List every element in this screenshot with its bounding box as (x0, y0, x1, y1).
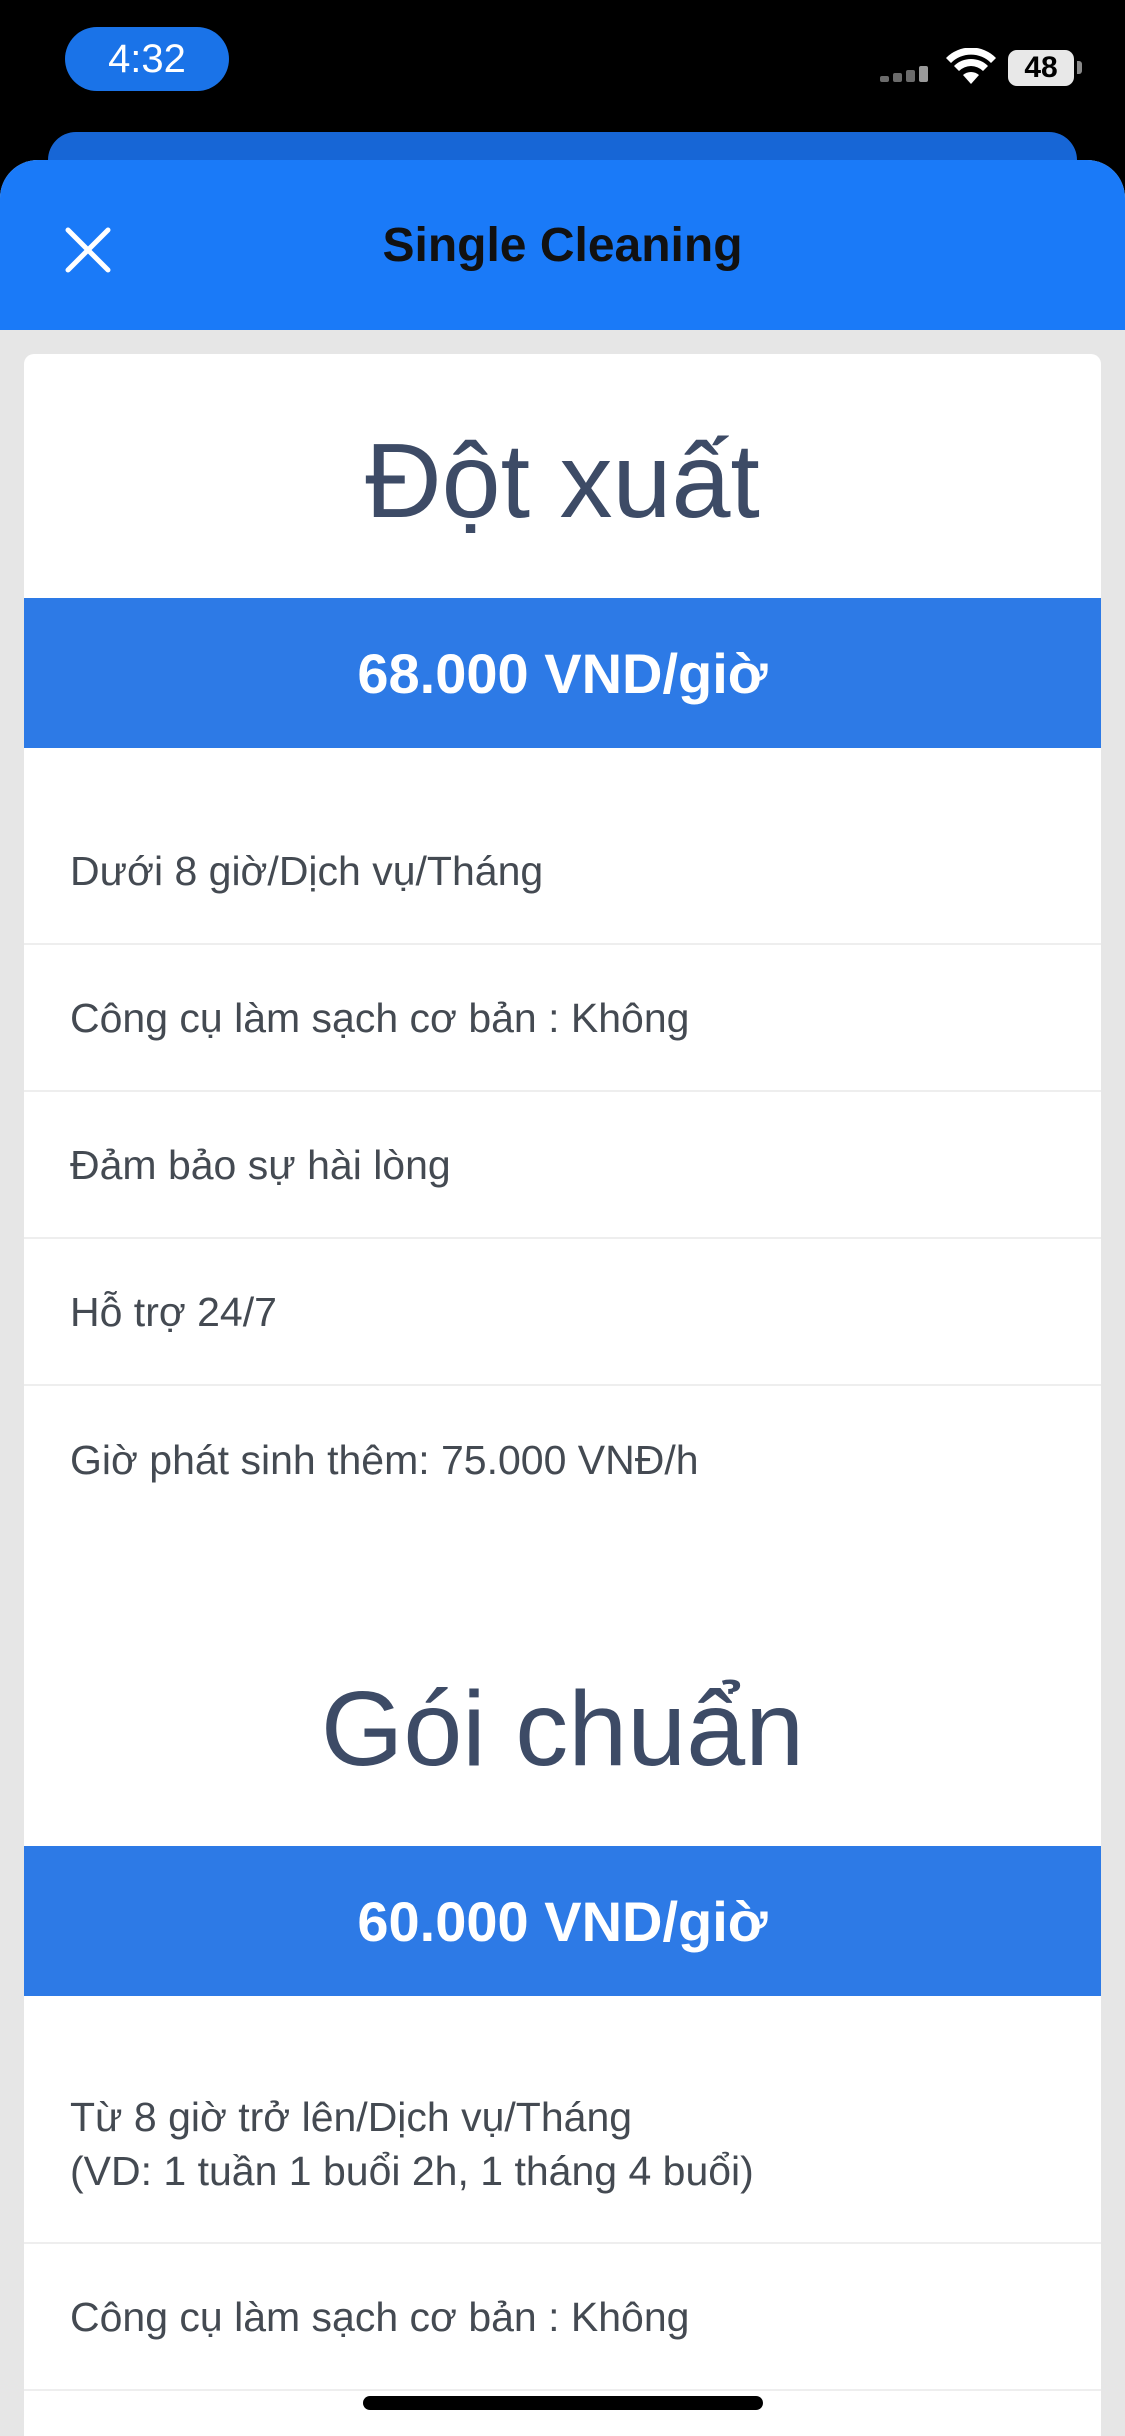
plan-card-goi-chuan[interactable]: Gói chuẩn 60.000 VND/giờ Từ 8 giờ trở lê… (24, 1602, 1101, 2436)
plan-title: Đột xuất (365, 421, 760, 540)
feature-text: Giờ phát sinh thêm: 75.000 VNĐ/h (70, 1436, 699, 1483)
battery-icon: 48 (1008, 50, 1082, 86)
feature-text: Công cụ làm sạch cơ bản : Không (70, 2293, 690, 2340)
signal-icon (880, 66, 932, 82)
status-bar: 4:32 48 (0, 0, 1125, 135)
feature-item: Dưới 8 giờ/Dịch vụ/Tháng (24, 798, 1101, 945)
modal-header: Single Cleaning (0, 160, 1125, 330)
feature-subtext: (VD: 1 tuần 1 buổi 2h, 1 tháng 4 buổi) (70, 2148, 754, 2194)
plan-price: 68.000 VND/giờ (24, 598, 1101, 748)
feature-item: Hỗ trợ 24/7 (24, 1239, 1101, 1386)
feature-item: Từ 8 giờ trở lên/Dịch vụ/Tháng (VD: 1 tu… (24, 2046, 1101, 2244)
plan-price: 60.000 VND/giờ (24, 1846, 1101, 1996)
modal-sheet: Single Cleaning Đột xuất 68.000 VND/giờ … (0, 160, 1125, 2436)
feature-item: Công cụ làm sạch cơ bản : Không (24, 2244, 1101, 2391)
feature-item: Đảm bảo sự hài lòng (24, 1092, 1101, 1239)
page-title: Single Cleaning (382, 219, 743, 272)
home-indicator[interactable] (363, 2396, 763, 2410)
feature-text: Hỗ trợ 24/7 (70, 1288, 277, 1335)
feature-text: Dưới 8 giờ/Dịch vụ/Tháng (70, 847, 544, 894)
feature-text: Đảm bảo sự hài lòng (70, 1141, 451, 1188)
feature-text: Từ 8 giờ trở lên/Dịch vụ/Tháng (70, 2094, 633, 2140)
plan-title: Gói chuẩn (320, 1669, 805, 1788)
plan-features: Dưới 8 giờ/Dịch vụ/Tháng Công cụ làm sạc… (24, 748, 1101, 1533)
feature-item: Giờ phát sinh thêm: 75.000 VNĐ/h (24, 1386, 1101, 1533)
feature-text: Công cụ làm sạch cơ bản : Không (70, 994, 690, 1041)
status-time[interactable]: 4:32 (65, 27, 229, 91)
feature-item: Công cụ làm sạch cơ bản : Không (24, 945, 1101, 1092)
plan-card-dot-xuat[interactable]: Đột xuất 68.000 VND/giờ Dưới 8 giờ/Dịch … (24, 354, 1101, 1700)
plan-features: Từ 8 giờ trở lên/Dịch vụ/Tháng (VD: 1 tu… (24, 1996, 1101, 2391)
wifi-icon (946, 48, 996, 84)
